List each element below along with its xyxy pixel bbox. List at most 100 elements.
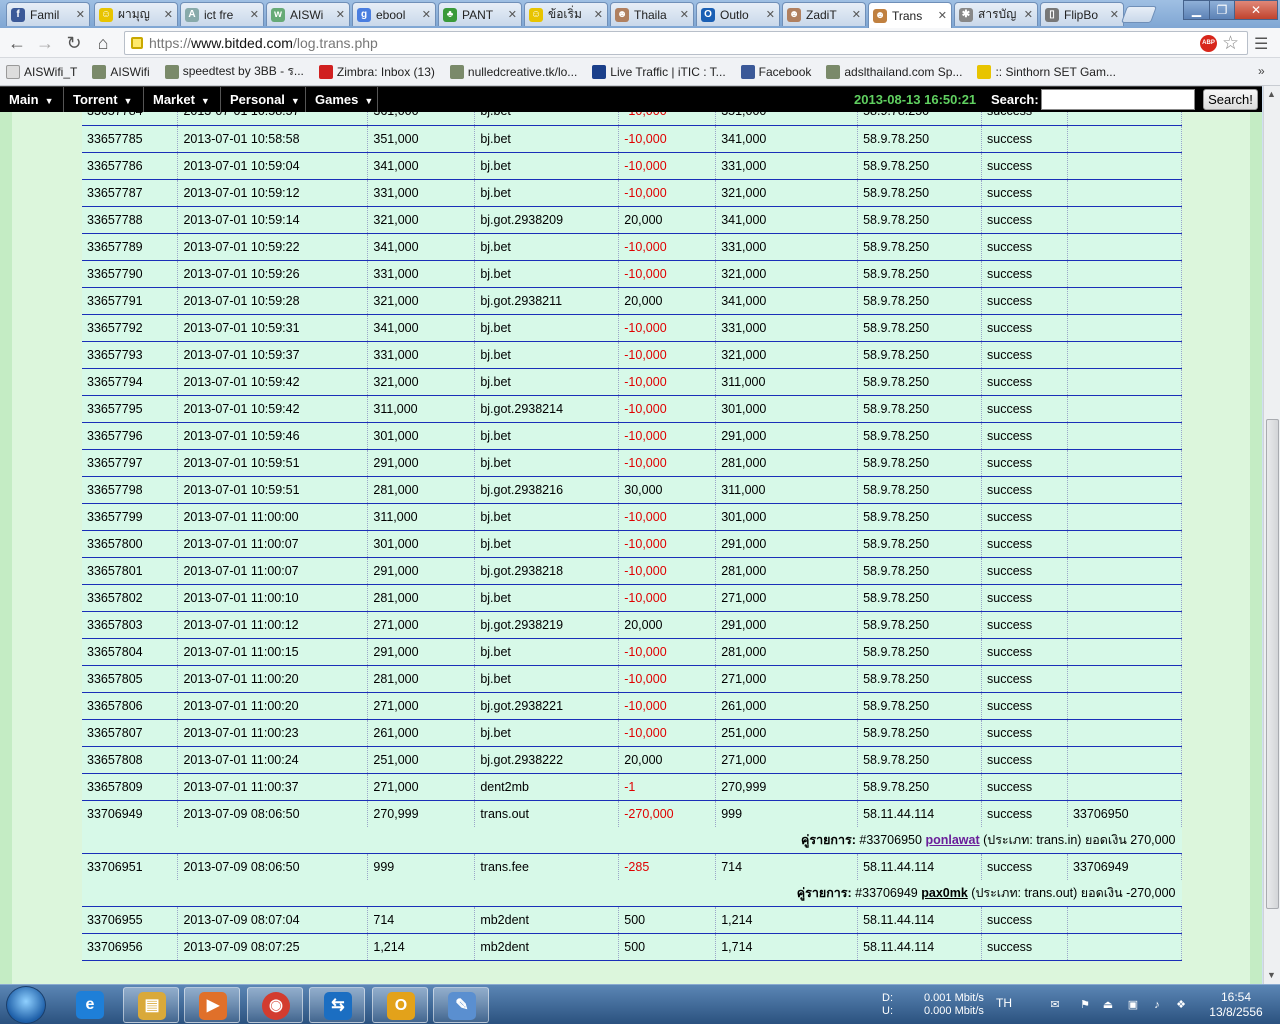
close-tab-icon[interactable]: ✕ [1110,8,1119,21]
browser-tab[interactable]: ▯ FlipBo ✕ [1040,2,1124,26]
close-tab-icon[interactable]: ✕ [508,8,517,21]
cell-status: success [981,476,1068,504]
language-indicator[interactable]: TH [996,996,1012,1010]
cell-after: 321,000 [715,260,859,288]
scroll-down-icon[interactable]: ▼ [1267,970,1276,980]
nav-torrent[interactable]: Torrent ▼ [64,87,144,113]
nav-games[interactable]: Games ▼ [306,87,378,113]
bookmark-item[interactable]: AISWifi [92,64,150,79]
cell-type: bj.bet [474,260,620,288]
dropbox-icon[interactable]: ❖ [1174,998,1188,1012]
cell-type: bj.got.2938221 [474,692,620,720]
browser-tab-strip: f Famil ✕ ☺ ผามุญ ✕ Aict fre ✕ w AISWi ✕ g ebool ✕ ♣ PA… [0,0,1280,28]
back-arrow-icon[interactable]: ← [6,32,28,54]
close-tab-icon[interactable]: ✕ [1024,8,1033,21]
right-margin [1250,112,1262,984]
mail-icon[interactable]: ✉ [1048,998,1062,1012]
cell-after: 331,000 [715,233,859,261]
teamviewer-icon: ⇆ [324,992,352,1020]
taskbar-app[interactable]: ▤ [123,987,179,1023]
cell-after: 341,000 [715,206,859,234]
wrench-menu-icon[interactable]: ☰ [1254,34,1268,54]
browser-tab[interactable]: ♣ PANT ✕ [438,2,522,26]
close-tab-icon[interactable]: ✕ [938,9,947,22]
home-icon[interactable]: ⌂ [92,32,114,54]
browser-tab[interactable]: Aict fre ✕ [180,2,264,26]
cell-before: 341,000 [367,314,476,342]
pair-user-link[interactable]: pax0mk [921,886,968,900]
cell-before: 261,000 [367,719,476,747]
cell-ip: 58.9.78.250 [857,530,983,558]
itic-icon [592,64,607,79]
bookmark-item[interactable]: speedtest by 3BB - ร... [164,62,304,81]
bookmarks-overflow-icon[interactable]: » [1258,64,1265,78]
taskbar-app[interactable]: ▶ [184,987,240,1023]
cell-time: 2013-07-01 10:59:31 [177,314,369,342]
search-button[interactable]: Search! [1203,89,1258,110]
cell-after: 341,000 [715,125,859,153]
forward-arrow-icon[interactable]: → [34,32,56,54]
network-icon[interactable]: ▣ [1126,998,1140,1012]
volume-icon[interactable]: ♪ [1150,998,1164,1012]
browser-tab[interactable]: ☺ ข้อเริ่ม ✕ [524,2,608,26]
safely-remove-icon[interactable]: ⏏ [1101,998,1115,1012]
nav-main[interactable]: Main ▼ [0,87,64,113]
bookmark-item[interactable]: AISWifi_T [6,64,77,79]
search-input[interactable] [1041,89,1195,110]
close-tab-icon[interactable]: ✕ [594,8,603,21]
adblock-icon[interactable]: ABP [1200,35,1217,52]
reload-icon[interactable]: ↻ [63,32,85,54]
browser-tab[interactable]: ☻ Thaila ✕ [610,2,694,26]
search-label: Search: [991,92,1039,107]
taskbar-app[interactable]: e [62,987,118,1023]
close-tab-icon[interactable]: ✕ [422,8,431,21]
flag-icon[interactable]: ⚑ [1078,998,1092,1012]
scroll-thumb[interactable] [1266,419,1279,909]
close-tab-icon[interactable]: ✕ [766,8,775,21]
close-tab-icon[interactable]: ✕ [250,8,259,21]
cell-id: 33657804 [82,638,179,666]
browser-tab[interactable]: g ebool ✕ [352,2,436,26]
close-tab-icon[interactable]: ✕ [76,8,85,21]
close-tab-icon[interactable]: ✕ [680,8,689,21]
new-tab-button[interactable] [1120,6,1158,23]
page-scrollbar[interactable]: ▲ ▼ [1263,86,1280,984]
taskbar-app[interactable]: ✎ [433,987,489,1023]
taskbar-app[interactable]: ⇆ [309,987,365,1023]
taskbar-app[interactable]: ◉ [247,987,303,1023]
browser-tab[interactable]: ☺ ผามุญ ✕ [94,2,178,26]
bookmark-item[interactable]: adslthailand.com Sp... [826,64,962,79]
minimize-button[interactable]: ▁ [1183,0,1210,20]
browser-tab[interactable]: f Famil ✕ [6,2,90,26]
bookmark-item[interactable]: :: Sinthorn SET Gam... [977,64,1116,79]
close-tab-icon[interactable]: ✕ [336,8,345,21]
cell-ip: 58.9.78.250 [857,179,983,207]
windows-start-button[interactable] [6,986,46,1024]
browser-tab[interactable]: ☻ Trans ✕ [868,2,952,28]
scroll-up-icon[interactable]: ▲ [1267,89,1276,99]
ais-icon: A [185,7,199,22]
bookmark-item[interactable]: Zimbra: Inbox (13) [318,64,435,79]
browser-tab[interactable]: ✱ สารบัญ ✕ [954,2,1038,26]
restore-button[interactable]: ❐ [1209,0,1235,20]
close-tab-icon[interactable]: ✕ [852,8,861,21]
nav-market[interactable]: Market ▼ [144,87,221,113]
taskbar-clock[interactable]: 16:54 13/8/2556 [1200,990,1272,1020]
google-icon: g [357,7,371,22]
browser-tab[interactable]: w AISWi ✕ [266,2,350,26]
nav-personal[interactable]: Personal ▼ [221,87,306,113]
browser-tab[interactable]: ☻ ZadiT ✕ [782,2,866,26]
taskbar-app[interactable]: O [372,987,428,1023]
cell-time: 2013-07-01 10:59:51 [177,449,369,477]
bookmark-item[interactable]: Live Traffic | iTIC : T... [592,64,726,79]
close-window-button[interactable]: ✕ [1234,0,1278,20]
cell-ip: 58.9.78.250 [857,152,983,180]
close-tab-icon[interactable]: ✕ [164,8,173,21]
pair-user-link[interactable]: ponlawat [925,833,979,847]
cell-ip: 58.9.78.250 [857,746,983,774]
bookmark-star-icon[interactable]: ☆ [1222,32,1239,55]
bookmark-item[interactable]: nulledcreative.tk/lo... [449,64,577,79]
bookmark-item[interactable]: Facebook [740,64,811,79]
address-bar[interactable]: https://www.bitded.com/log.trans.php [124,31,1248,55]
browser-tab[interactable]: O Outlo ✕ [696,2,780,26]
